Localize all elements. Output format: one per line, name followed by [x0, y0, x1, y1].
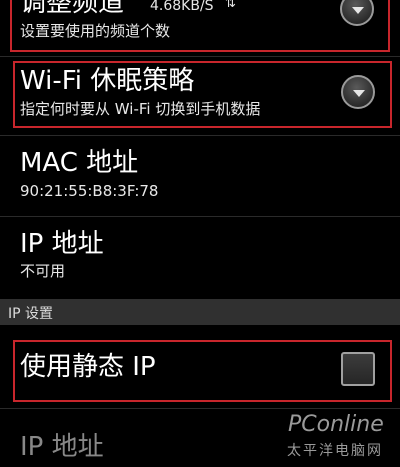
highlight-box-static-ip [13, 340, 392, 402]
static-ip-address-label: IP 地址 [20, 432, 104, 462]
mac-address-row: MAC 地址 90:21:55:B8:3F:78 [0, 136, 400, 220]
ip-address-title: IP 地址 [20, 229, 104, 259]
ip-settings-header-label: IP 设置 [8, 306, 54, 322]
ip-address-row: IP 地址 不可用 [0, 217, 400, 297]
ip-settings-section-header: IP 设置 [0, 299, 400, 325]
pconline-watermark-logo: PConline [288, 412, 384, 437]
row-divider [0, 408, 400, 409]
mac-address-title: MAC 地址 [20, 148, 139, 178]
watermark-brand: PConline [288, 412, 384, 437]
row-divider [0, 56, 400, 57]
mac-address-value: 90:21:55:B8:3F:78 [20, 182, 159, 200]
watermark-chinese: 太平洋电脑网 [287, 443, 383, 459]
highlight-box-wifi-sleep [13, 61, 392, 128]
ip-address-value: 不可用 [20, 262, 66, 280]
highlight-box-channels [10, 0, 390, 52]
